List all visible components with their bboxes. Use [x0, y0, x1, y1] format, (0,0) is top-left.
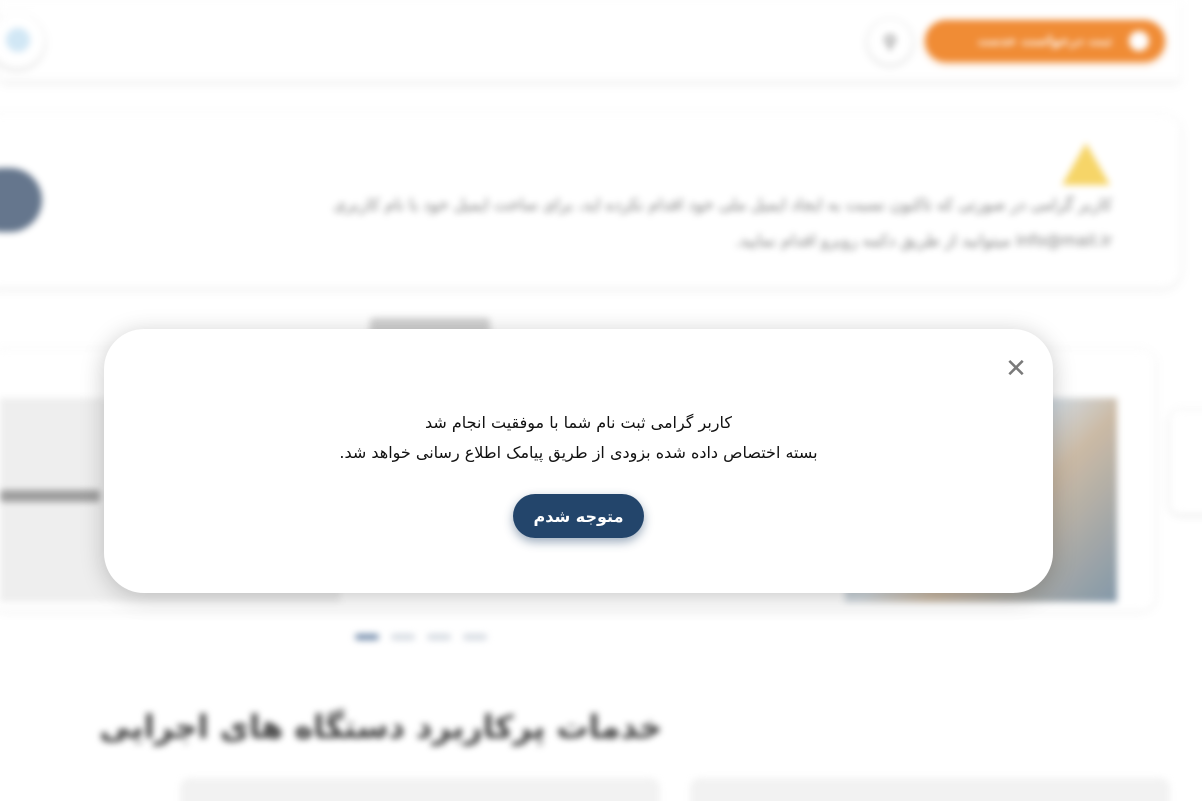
- page: ثبت درخواست خدمت ⚲ کاربر گرامی در صورتی …: [0, 0, 1202, 801]
- success-modal: ✕ کاربر گرامی ثبت نام شما با موفقیت انجا…: [104, 329, 1053, 593]
- close-icon[interactable]: ✕: [1004, 356, 1028, 382]
- confirm-button[interactable]: متوجه شدم: [513, 494, 644, 538]
- modal-message-line-2: بسته اختصاص داده شده بزودی از طریق پیامک…: [339, 443, 818, 462]
- modal-message-line-1: کاربر گرامی ثبت نام شما با موفقیت انجام …: [425, 413, 732, 432]
- modal-message: کاربر گرامی ثبت نام شما با موفقیت انجام …: [104, 408, 1053, 468]
